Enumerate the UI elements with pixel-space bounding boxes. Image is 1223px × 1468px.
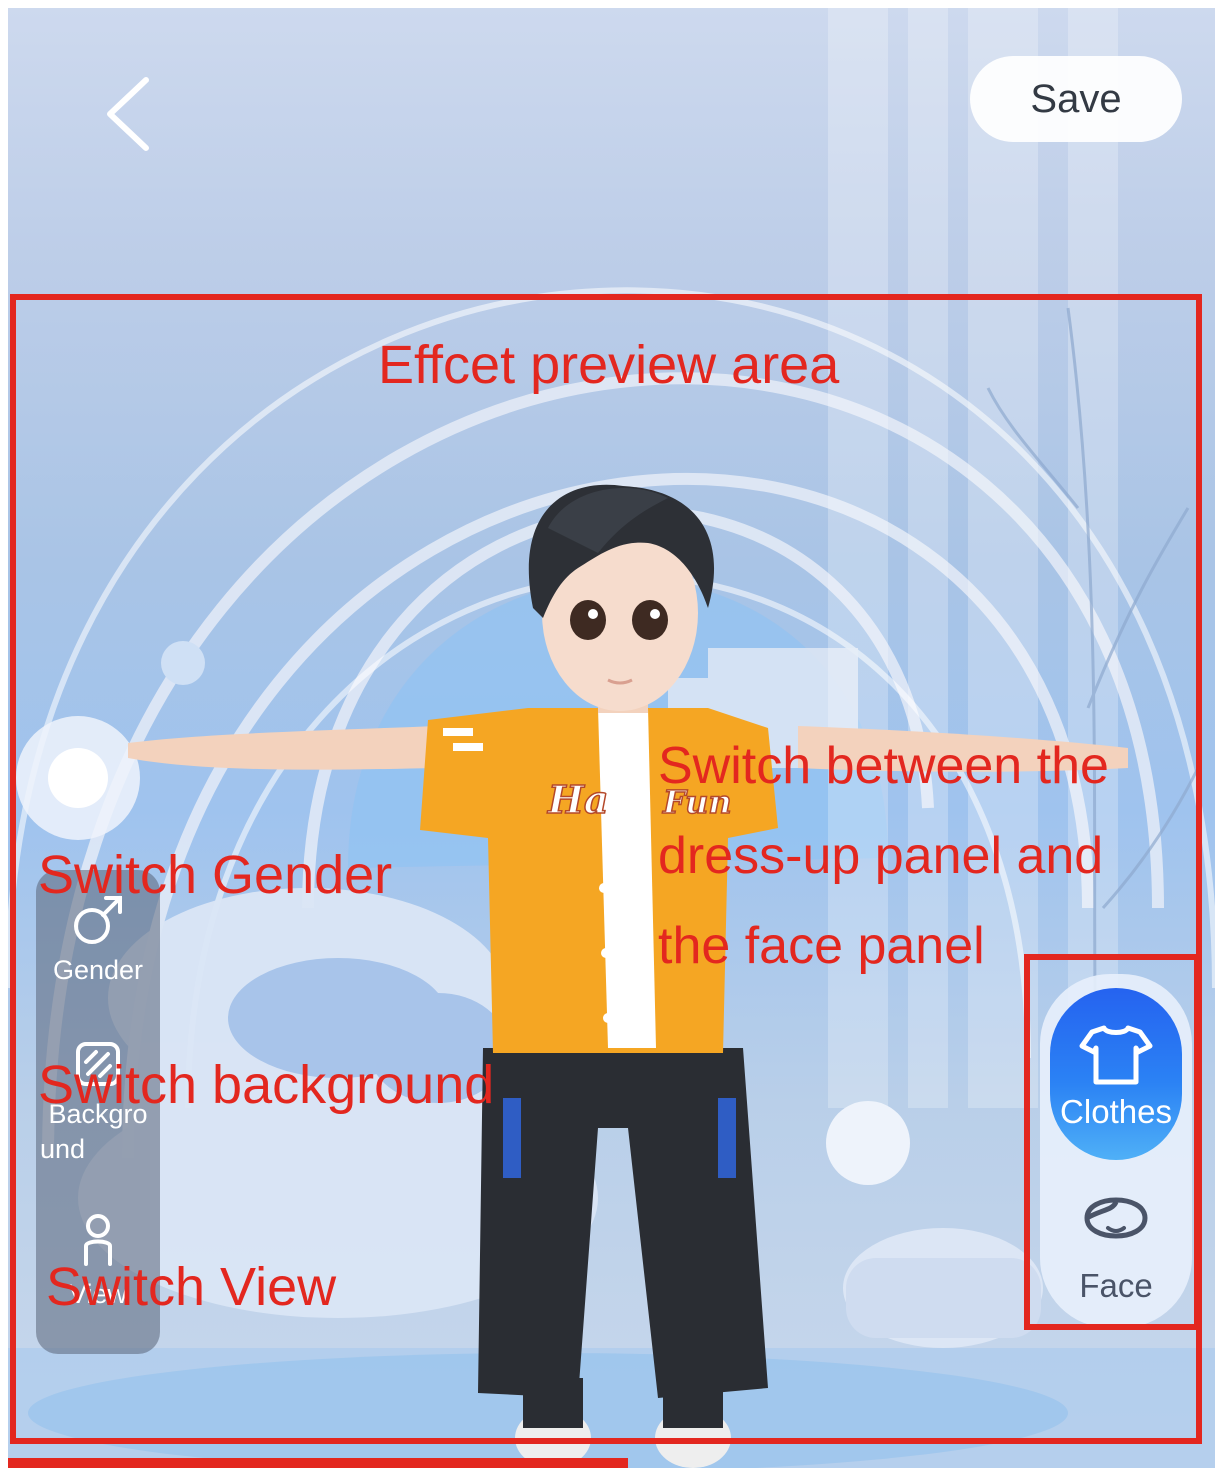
svg-text:Ha: Ha xyxy=(547,777,609,822)
switch-background-annotation: Switch background xyxy=(38,1055,495,1115)
clothes-tab[interactable]: Clothes xyxy=(1050,988,1182,1160)
gender-button[interactable]: Gender xyxy=(36,892,160,988)
background-label-line2: und xyxy=(40,1134,86,1165)
avatar-editor-screen: Ha Fun Save Gender Backgro und View Clot… xyxy=(8,8,1215,1468)
face-icon xyxy=(1084,1197,1148,1239)
switch-panel-annotation-line2: dress-up panel and xyxy=(658,827,1104,885)
face-label: Face xyxy=(1079,1267,1153,1304)
annotation-bar xyxy=(8,1458,628,1468)
preview-area-annotation: Effcet preview area xyxy=(378,335,840,395)
back-button[interactable] xyxy=(96,74,166,154)
chevron-left-icon xyxy=(107,77,149,151)
tshirt-icon xyxy=(1079,1025,1153,1085)
save-button[interactable]: Save xyxy=(970,56,1182,142)
switch-gender-annotation: Switch Gender xyxy=(38,845,393,905)
face-tab[interactable]: Face xyxy=(1050,1188,1182,1318)
switch-panel-annotation-line3: the face panel xyxy=(658,917,985,975)
clothes-label: Clothes xyxy=(1060,1093,1172,1130)
switch-panel-annotation-line1: Switch between the xyxy=(658,737,1109,795)
right-toolbar: Clothes Face xyxy=(1040,974,1192,1328)
gender-label: Gender xyxy=(52,955,144,985)
switch-view-annotation: Switch View xyxy=(46,1257,337,1317)
